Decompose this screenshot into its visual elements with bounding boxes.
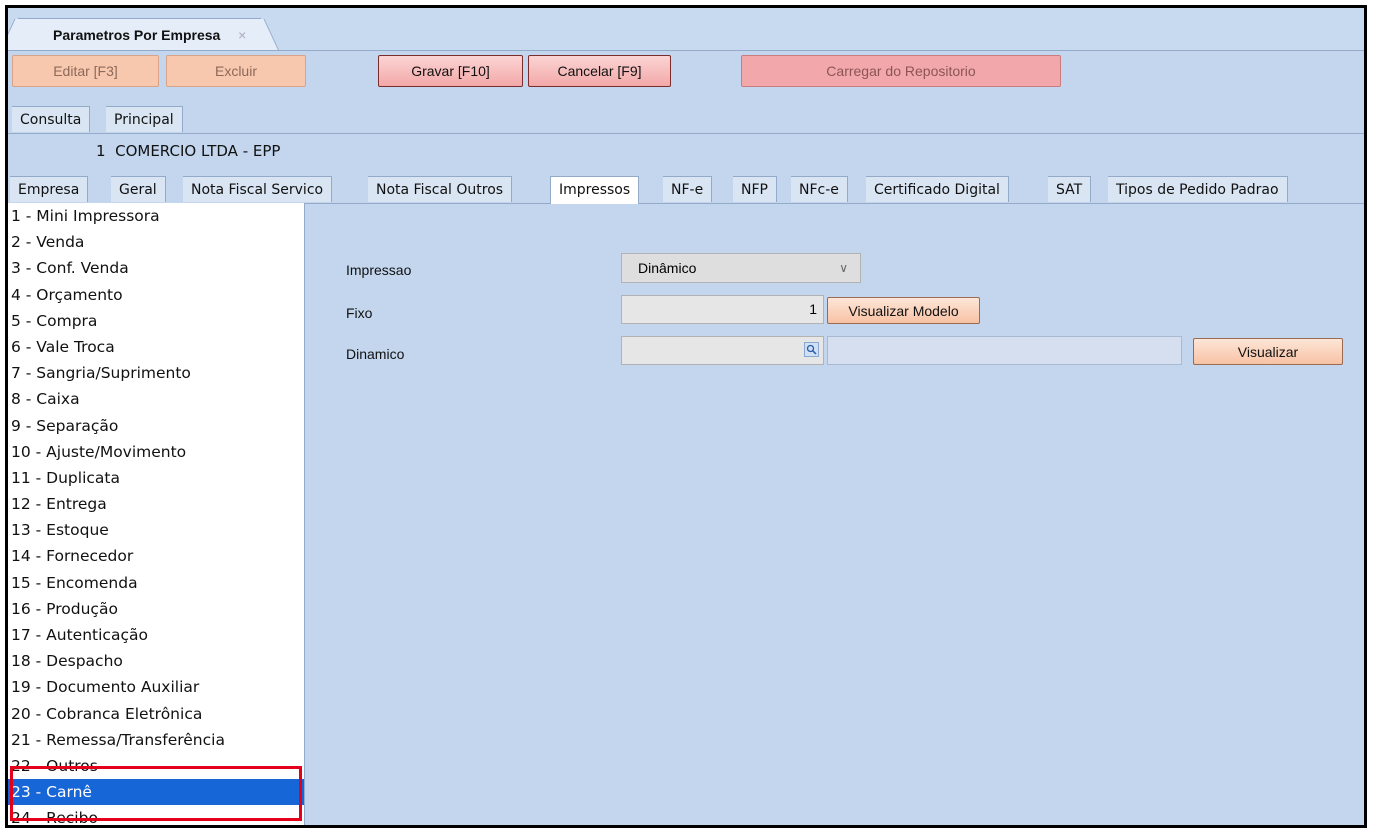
list-item[interactable]: 10 - Ajuste/Movimento <box>8 439 304 465</box>
list-item[interactable]: 15 - Encomenda <box>8 570 304 596</box>
impressao-select-value: Dinâmico <box>638 260 697 276</box>
company-code: 1 <box>96 142 106 160</box>
delete-button[interactable]: Excluir <box>166 55 306 87</box>
application-window: Parametros Por Empresa × Editar [F3] Exc… <box>5 5 1367 828</box>
company-name: COMERCIO LTDA - EPP <box>115 142 281 160</box>
impressao-select[interactable]: Dinâmico ∨ <box>621 253 861 283</box>
impressao-label: Impressao <box>346 262 412 278</box>
list-item[interactable]: 14 - Fornecedor <box>8 543 304 569</box>
list-item-selected[interactable]: 23 - Carnê <box>8 779 304 806</box>
tab-nf-e[interactable]: NF-e <box>663 176 713 202</box>
section-tab-bar: Empresa Geral Nota Fiscal Servico Nota F… <box>8 176 1364 204</box>
load-repository-button[interactable]: Carregar do Repositorio <box>741 55 1061 87</box>
list-item[interactable]: 24 - Recibo <box>8 805 304 825</box>
list-item[interactable]: 17 - Autenticação <box>8 622 304 648</box>
save-button[interactable]: Gravar [F10] <box>378 55 523 87</box>
list-item[interactable]: 18 - Despacho <box>8 648 304 674</box>
list-item[interactable]: 7 - Sangria/Suprimento <box>8 360 304 386</box>
list-item[interactable]: 1 - Mini Impressora <box>8 203 304 229</box>
tab-impressos[interactable]: Impressos <box>550 176 640 204</box>
tab-certificado-digital[interactable]: Certificado Digital <box>866 176 1009 202</box>
list-item[interactable]: 12 - Entrega <box>8 491 304 517</box>
print-type-list[interactable]: 1 - Mini Impressora 2 - Venda 3 - Conf. … <box>8 203 305 825</box>
main-content: Editar [F3] Excluir Gravar [F10] Cancela… <box>8 50 1364 825</box>
list-item[interactable]: 2 - Venda <box>8 229 304 255</box>
list-item[interactable]: 19 - Documento Auxiliar <box>8 674 304 700</box>
list-item[interactable]: 11 - Duplicata <box>8 465 304 491</box>
list-item[interactable]: 8 - Caixa <box>8 386 304 412</box>
list-item[interactable]: 6 - Vale Troca <box>8 334 304 360</box>
dinamico-label: Dinamico <box>346 346 405 362</box>
company-header: 1 COMERCIO LTDA - EPP <box>96 142 280 160</box>
fixo-input[interactable]: 1 <box>621 295 824 324</box>
dinamico-description-field <box>827 336 1182 365</box>
list-item[interactable]: 9 - Separação <box>8 413 304 439</box>
list-item[interactable]: 3 - Conf. Venda <box>8 255 304 281</box>
tab-nota-fiscal-outros[interactable]: Nota Fiscal Outros <box>368 176 513 202</box>
tab-tipos-de-pedido-padrao[interactable]: Tipos de Pedido Padrao <box>1108 176 1288 202</box>
close-icon[interactable]: × <box>238 19 246 51</box>
fixo-label: Fixo <box>346 305 373 321</box>
tab-nfc-e[interactable]: NFc-e <box>791 176 848 202</box>
visualizar-modelo-button[interactable]: Visualizar Modelo <box>827 297 980 324</box>
list-item[interactable]: 5 - Compra <box>8 308 304 334</box>
tab-consulta[interactable]: Consulta <box>12 106 91 132</box>
document-tab-title: Parametros Por Empresa <box>53 27 221 43</box>
tab-nfp[interactable]: NFP <box>733 176 777 202</box>
tab-nota-fiscal-servico[interactable]: Nota Fiscal Servico <box>183 176 333 202</box>
visualizar-button[interactable]: Visualizar <box>1193 338 1343 365</box>
list-item[interactable]: 16 - Produção <box>8 596 304 622</box>
tab-sat[interactable]: SAT <box>1048 176 1092 202</box>
cancel-button[interactable]: Cancelar [F9] <box>528 55 671 87</box>
view-tab-bar: Consulta Principal <box>8 106 1364 134</box>
list-item[interactable]: 21 - Remessa/Transferência <box>8 727 304 753</box>
dinamico-input[interactable] <box>621 336 824 365</box>
document-tab[interactable]: Parametros Por Empresa × <box>18 18 262 51</box>
chevron-down-icon[interactable]: ∨ <box>839 261 848 275</box>
edit-button[interactable]: Editar [F3] <box>12 55 159 87</box>
list-item[interactable]: 22 - Outros <box>8 753 304 779</box>
tab-empresa[interactable]: Empresa <box>10 176 89 202</box>
tab-principal[interactable]: Principal <box>106 106 183 132</box>
top-separator <box>8 50 1364 51</box>
list-item[interactable]: 13 - Estoque <box>8 517 304 543</box>
tab-geral[interactable]: Geral <box>111 176 166 202</box>
list-item[interactable]: 4 - Orçamento <box>8 282 304 308</box>
document-tab-bar: Parametros Por Empresa × <box>8 8 1364 50</box>
search-icon[interactable] <box>804 342 819 357</box>
list-item[interactable]: 20 - Cobranca Eletrônica <box>8 701 304 727</box>
